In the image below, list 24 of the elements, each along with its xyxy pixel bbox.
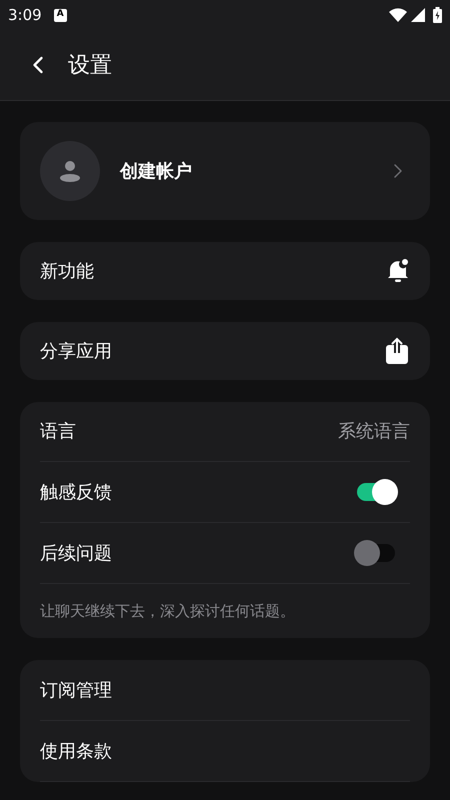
bell-icon [386, 258, 410, 284]
description-text: 让聊天继续下去，深入探讨任何话题。 [40, 600, 295, 622]
row-label: 订阅管理 [40, 678, 112, 702]
create-account-label: 创建帐户 [120, 160, 193, 184]
share-icon [384, 337, 410, 365]
menu-row[interactable]: 分享应用 [20, 322, 430, 380]
row-label: 使用条款 [40, 740, 112, 764]
row-label: 触感反馈 [40, 480, 113, 504]
menu-row[interactable]: 订阅管理 [40, 660, 410, 721]
row-label: 后续问题 [40, 542, 113, 566]
status-badge: A [54, 8, 67, 22]
wifi-icon [389, 8, 407, 22]
signal-icon [411, 8, 425, 22]
page-title: 设置 [68, 52, 112, 80]
menu-row[interactable]: 新功能 [20, 242, 430, 300]
row-label: 新功能 [40, 260, 95, 284]
account-row[interactable]: 创建帐户 [20, 122, 430, 220]
row-label: 语言 [40, 420, 77, 444]
row-value: 系统语言 [338, 420, 410, 444]
battery-icon [433, 7, 442, 23]
menu-row[interactable]: 使用条款 [40, 721, 410, 782]
row-label: 分享应用 [40, 340, 113, 364]
language-row[interactable]: 语言 系统语言 [40, 402, 410, 462]
status-time: 3:09 [8, 4, 42, 26]
